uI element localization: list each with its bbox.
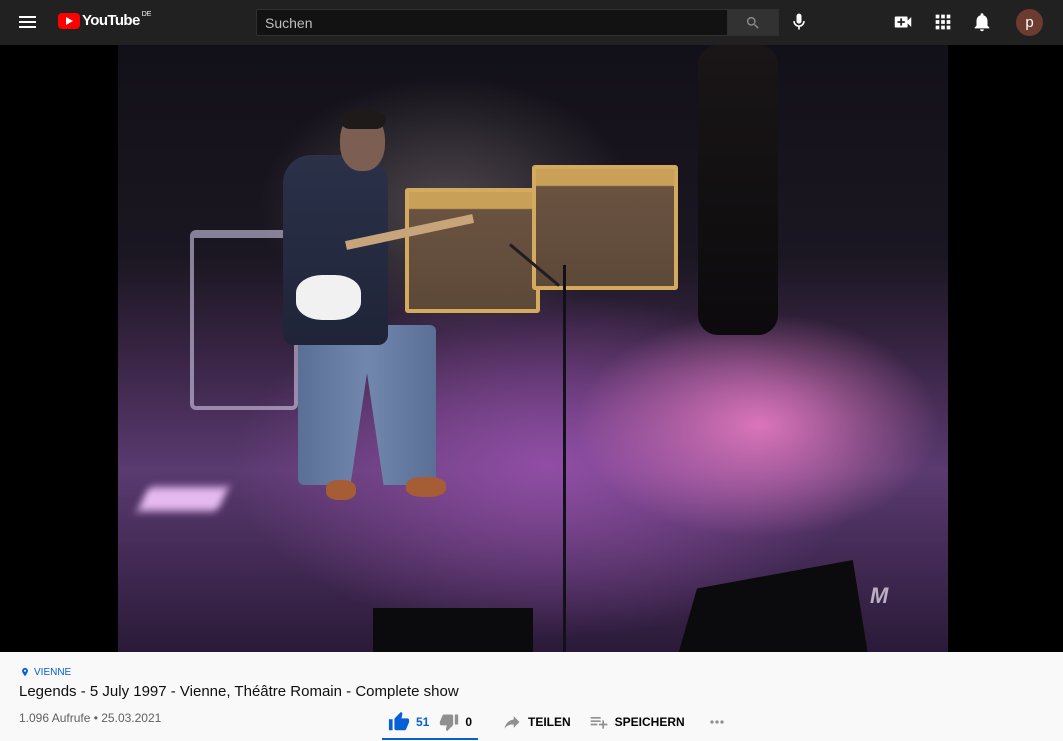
logo-region: DE: [141, 11, 152, 18]
dislike-count: 0: [465, 715, 473, 729]
guitar: [296, 275, 361, 320]
youtube-logo[interactable]: YouTube DE: [58, 11, 152, 29]
create-button[interactable]: [892, 11, 914, 33]
dislike-button[interactable]: 0: [439, 704, 472, 740]
video-player[interactable]: M: [0, 45, 1063, 652]
masthead: YouTube DE p: [0, 0, 1063, 45]
action-bar: 51 0 TEILEN SPEICHERN: [382, 704, 727, 740]
logo-text: YouTube: [82, 12, 140, 29]
views-and-date: 1.096 Aufrufe • 25.03.2021: [19, 711, 162, 725]
search-input[interactable]: [257, 10, 727, 35]
thumbs-up-icon: [388, 711, 410, 731]
avatar[interactable]: p: [1016, 9, 1043, 36]
stage-light-spot: [137, 487, 229, 511]
search-button[interactable]: [727, 9, 779, 36]
bassist-figure: [698, 45, 778, 335]
save-label: SPEICHERN: [614, 715, 685, 729]
location-link[interactable]: VIENNE: [20, 666, 71, 678]
like-dislike-group: 51 0: [382, 704, 478, 740]
sentiment-bar: [382, 738, 478, 740]
like-count: 51: [416, 715, 430, 729]
voice-search-button[interactable]: [788, 11, 810, 33]
share-button[interactable]: TEILEN: [502, 704, 571, 740]
guitarist-hair: [340, 109, 386, 129]
shoe: [406, 477, 446, 497]
menu-icon[interactable]: [18, 13, 38, 33]
more-horizontal-icon: [710, 720, 724, 724]
apps-button[interactable]: [932, 11, 954, 33]
bell-icon: [974, 13, 990, 32]
guitarist-legs: [298, 325, 436, 485]
sentiment-bar-fill: [382, 738, 478, 740]
stool: [190, 230, 298, 410]
stage-monitor: [373, 608, 533, 652]
video-camera-add-icon: [894, 16, 912, 28]
amplifier: [532, 165, 678, 290]
like-button[interactable]: 51: [382, 704, 429, 740]
share-label: TEILEN: [528, 715, 571, 729]
search-box: [256, 9, 728, 36]
stage-monitor: [678, 560, 868, 652]
mic-stand: [563, 265, 566, 652]
video-frame[interactable]: M: [118, 45, 948, 652]
notifications-button[interactable]: [971, 11, 993, 33]
play-logo-icon: [58, 12, 80, 29]
playlist-add-icon: [590, 717, 608, 729]
save-button[interactable]: SPEICHERN: [589, 704, 685, 740]
apps-grid-icon: [935, 14, 951, 30]
location-pin-icon: [22, 667, 28, 677]
microphone-icon: [793, 13, 805, 30]
video-title: Legends - 5 July 1997 - Vienne, Théâtre …: [19, 683, 459, 700]
channel-watermark: M: [870, 583, 889, 608]
search-icon: [746, 16, 759, 29]
location-text: VIENNE: [34, 666, 72, 678]
more-actions-button[interactable]: [707, 704, 727, 740]
thumbs-down-icon: [440, 714, 459, 732]
shoe: [326, 480, 356, 500]
share-arrow-icon: [504, 716, 520, 729]
